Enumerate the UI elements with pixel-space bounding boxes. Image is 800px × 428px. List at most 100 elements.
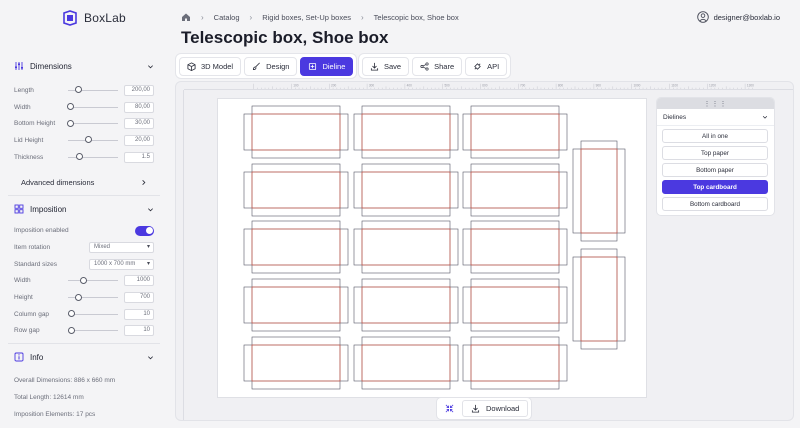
dieline-cut <box>361 171 451 209</box>
thickness-input[interactable]: 1.5 <box>124 151 154 163</box>
dieline-net <box>462 113 568 151</box>
ruler-label: 900 <box>596 83 601 87</box>
sheet-height-input[interactable]: 700 <box>124 292 154 304</box>
dieline-cut <box>361 286 451 324</box>
user-menu[interactable]: designer@boxlab.io <box>696 11 780 23</box>
width-input[interactable]: 80,00 <box>124 101 154 113</box>
dieline-option-bottom-paper[interactable]: Bottom paper <box>662 163 768 177</box>
dieline-net <box>462 344 568 382</box>
field-lid-height: Lid Height 20,00 <box>0 132 168 149</box>
field-bottom-height: Bottom Height 30,00 <box>0 115 168 132</box>
breadcrumb-item-category[interactable]: Rigid boxes, Set-Up boxes <box>262 13 351 22</box>
field-standard-sizes: Standard sizes 1000 x 700 mm <box>0 256 168 273</box>
dieline-cut <box>470 344 560 382</box>
imposition-toggle[interactable] <box>135 225 154 236</box>
ruler-horizontal: 100 200 300 400 500 600 700 800 900 1000 1100 1200 1… <box>184 83 793 90</box>
row-gap-input[interactable]: 10 <box>124 325 154 337</box>
dieline-cut <box>251 228 341 266</box>
sheet-width-slider[interactable] <box>68 276 118 286</box>
dieline-cut <box>580 148 618 234</box>
info-icon <box>14 352 24 362</box>
ruler-label: 1300 <box>747 83 754 87</box>
row-gap-slider[interactable] <box>67 326 118 336</box>
tab-design[interactable]: Design <box>244 56 298 76</box>
home-icon[interactable] <box>181 12 191 22</box>
breadcrumb-item-catalog[interactable]: Catalog <box>214 13 240 22</box>
dieline-cut <box>470 228 560 266</box>
field-sheet-width: Width 1000 <box>0 273 168 290</box>
share-button[interactable]: Share <box>412 56 463 76</box>
lid-height-slider[interactable] <box>68 135 118 145</box>
dieline-net <box>580 248 618 350</box>
bottom-bar: Download <box>436 397 533 420</box>
sheet-height-slider[interactable] <box>68 293 118 303</box>
length-input[interactable]: 200,00 <box>124 84 154 96</box>
brush-icon <box>253 62 261 70</box>
lid-height-input[interactable]: 20,00 <box>124 134 154 146</box>
ruler-label: 100 <box>293 83 298 87</box>
ruler-label: 800 <box>558 83 563 87</box>
download-button[interactable]: Download <box>462 400 529 417</box>
dieline-cut <box>361 113 451 151</box>
section-imposition-header[interactable]: Imposition <box>0 196 168 222</box>
standard-sizes-select[interactable]: 1000 x 700 mm <box>89 258 154 270</box>
collapse-icon <box>445 404 453 413</box>
dieline-cut <box>251 344 341 382</box>
chevron-down-icon <box>762 115 768 119</box>
dieline-net <box>243 344 349 382</box>
advanced-dimensions-toggle[interactable]: Advanced dimensions <box>0 169 168 195</box>
dieline-net <box>353 286 459 324</box>
logo-text: BoxLab <box>84 11 126 25</box>
share-icon <box>420 61 429 71</box>
dieline-cut <box>251 113 341 151</box>
chevron-down-icon <box>148 356 153 360</box>
breadcrumb: › Catalog › Rigid boxes, Set-Up boxes › … <box>181 12 459 22</box>
ruler-label: 500 <box>444 83 449 87</box>
drag-handle-icon[interactable]: ⋮⋮⋮ <box>657 98 774 109</box>
chevron-right-icon: › <box>361 12 364 22</box>
dieline-net <box>462 228 568 266</box>
dieline-option-all-in-one[interactable]: All in one <box>662 129 768 143</box>
imposition-sheet[interactable] <box>217 98 647 398</box>
field-row-gap: Row gap 10 <box>0 323 168 340</box>
ruler-vertical <box>176 90 184 420</box>
column-gap-slider[interactable] <box>67 309 118 319</box>
section-info-header[interactable]: Info <box>0 344 168 370</box>
dieline-option-top-cardboard[interactable]: Top cardboard <box>662 180 768 194</box>
tab-dieline[interactable]: Dieline <box>300 56 354 76</box>
dielines-panel-header[interactable]: Dielines <box>657 109 774 126</box>
dieline-cut <box>361 344 451 382</box>
dieline-net <box>353 344 459 382</box>
dieline-net <box>462 286 568 324</box>
dieline-option-top-paper[interactable]: Top paper <box>662 146 768 160</box>
ruler-label: 200 <box>331 83 336 87</box>
field-column-gap: Column gap 10 <box>0 306 168 323</box>
section-title: Dimensions <box>30 61 72 71</box>
api-button[interactable]: API <box>465 56 508 76</box>
dieline-cut <box>470 113 560 151</box>
dieline-net <box>353 228 459 266</box>
fit-to-screen-button[interactable] <box>440 400 458 417</box>
download-icon <box>471 404 480 413</box>
ruler-label: 600 <box>482 83 487 87</box>
app-logo[interactable]: BoxLab <box>62 10 126 26</box>
bottom-height-slider[interactable] <box>67 119 118 129</box>
tab-3d-model[interactable]: 3D Model <box>179 56 242 76</box>
item-rotation-select[interactable]: Mixed <box>89 241 154 253</box>
save-button[interactable]: Save <box>362 56 410 76</box>
section-dimensions-header[interactable]: Dimensions <box>0 53 168 79</box>
field-sheet-height: Height 700 <box>0 289 168 306</box>
info-total-length: Total Length: 12614 mm <box>14 394 84 402</box>
thickness-slider[interactable] <box>68 152 118 162</box>
dieline-net <box>243 228 349 266</box>
bottom-height-input[interactable]: 30,00 <box>124 118 154 130</box>
dieline-net <box>580 140 618 242</box>
length-slider[interactable] <box>68 85 118 95</box>
width-slider[interactable] <box>67 102 118 112</box>
section-title: Info <box>30 352 44 362</box>
sheet-width-input[interactable]: 1000 <box>124 275 154 287</box>
ruler-label: 700 <box>520 83 525 87</box>
field-imposition-enabled: Imposition enabled <box>0 222 168 239</box>
column-gap-input[interactable]: 10 <box>124 308 154 320</box>
dieline-option-bottom-cardboard[interactable]: Bottom cardboard <box>662 197 768 211</box>
